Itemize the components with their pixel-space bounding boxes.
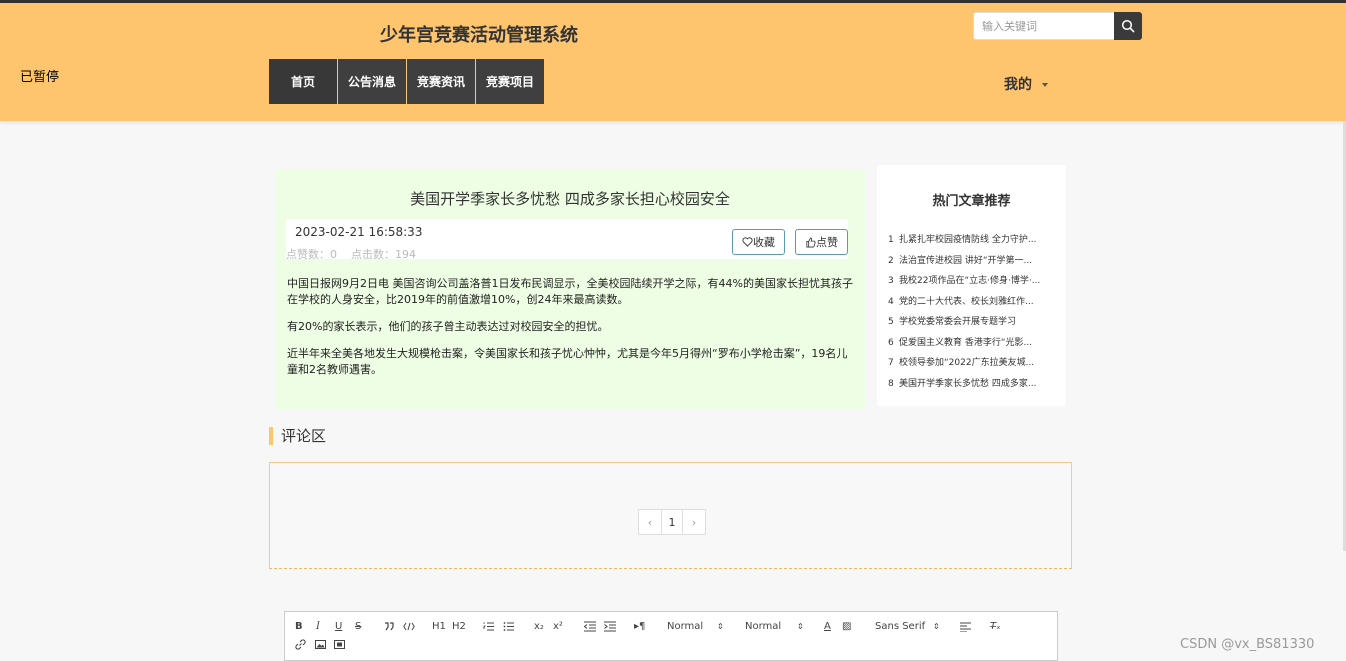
image-icon[interactable]	[315, 640, 326, 649]
video-icon[interactable]	[334, 640, 345, 649]
hot-article-number: 5	[888, 317, 894, 327]
hot-article-link[interactable]: 扎紧扎牢校园疫情防线 全力守护...	[899, 235, 1036, 245]
main-nav: 首页 公告消息 竞赛资讯 竞赛项目	[269, 59, 545, 104]
hot-article-link[interactable]: 学校党委常委会开展专题学习	[899, 317, 1016, 327]
paused-label: 已暂停	[20, 70, 60, 85]
search-input[interactable]	[973, 12, 1114, 40]
site-header: 少年宫竞赛活动管理系统 已暂停 首页 公告消息 竞赛资讯 竞赛项目 我的	[0, 3, 1346, 121]
font-select-arrows-icon: ⇕	[933, 622, 940, 631]
size-select-1-arrows-icon: ⇕	[717, 622, 724, 631]
hot-article-item[interactable]: 7 校领导参加“2022广东拉美友城...	[888, 355, 1060, 376]
like-label: 点赞	[816, 236, 838, 249]
hot-article-item[interactable]: 3 我校22项作品在“立志·修身·博学·...	[888, 273, 1060, 294]
csdn-watermark: CSDN @vx_BS81330	[1180, 637, 1315, 652]
code-block-icon[interactable]	[403, 622, 415, 631]
hot-article-item[interactable]: 1 扎紧扎牢校园疫情防线 全力守护...	[888, 232, 1060, 253]
mine-label: 我的	[1004, 77, 1032, 93]
hot-article-number: 6	[888, 337, 894, 348]
likes-count: 点赞数：0	[286, 248, 337, 261]
search-icon	[1121, 19, 1135, 33]
blockquote-icon[interactable]	[384, 622, 395, 631]
pagination-prev[interactable]: ‹	[639, 510, 661, 534]
comment-section-title: 评论区	[269, 427, 326, 445]
comment-editor: B I U S H1 H2 x₂ x² ▸¶ Normal ⇕ Normal ⇕…	[284, 611, 1058, 661]
nav-home[interactable]: 首页	[269, 59, 337, 104]
search-button[interactable]	[1114, 12, 1142, 40]
indent-icon[interactable]	[604, 621, 616, 632]
clicks-count: 点击数：194	[351, 248, 416, 261]
italic-button[interactable]: I	[316, 621, 320, 633]
pagination-page-1[interactable]: 1	[661, 510, 683, 534]
site-title: 少年宫竞赛活动管理系统	[380, 25, 578, 46]
hot-article-link[interactable]: 促爱国主义教育 香港李行“光影...	[899, 338, 1032, 348]
thumbs-up-icon	[806, 237, 816, 247]
nav-announcements[interactable]: 公告消息	[338, 59, 406, 104]
background-color-icon[interactable]: ▨	[842, 621, 851, 633]
ordered-list-icon[interactable]	[483, 621, 495, 632]
hot-article-number: 4	[888, 296, 894, 307]
article-paragraph: 近半年来全美各地发生大规模枪击案，令美国家长和孩子忧心忡忡，尤其是今年5月得州“…	[287, 347, 848, 376]
article-body: 中国日报网9月2日电 美国咨询公司盖洛普1日发布民调显示，全美校园陆续开学之际，…	[287, 276, 853, 389]
search-box	[973, 12, 1142, 40]
article-paragraph: 有20%的家长表示，他们的孩子曾主动表达过对校园安全的担忧。	[287, 320, 609, 333]
nav-competition-news[interactable]: 竞赛资讯	[407, 59, 475, 104]
hot-article-link[interactable]: 法治宣传进校园 讲好“开学第一...	[899, 256, 1032, 266]
article-date: 2023-02-21 16:58:33	[295, 225, 423, 239]
bullet-list-icon[interactable]	[503, 621, 515, 632]
outdent-icon[interactable]	[584, 621, 596, 632]
hot-article-number: 2	[888, 255, 894, 266]
like-button[interactable]: 点赞	[795, 229, 848, 255]
hot-article-item[interactable]: 2 法治宣传进校园 讲好“开学第一...	[888, 253, 1060, 274]
favorite-label: 收藏	[753, 236, 775, 249]
hot-article-item[interactable]: 4 党的二十大代表、校长刘雅红作...	[888, 294, 1060, 315]
hot-article-link[interactable]: 党的二十大代表、校长刘雅红作...	[899, 297, 1034, 307]
header-2-button[interactable]: H2	[452, 621, 466, 633]
article-title: 美国开学季家长多忧愁 四成多家长担心校园安全	[410, 190, 730, 208]
hot-article-link[interactable]: 美国开学季家长多忧愁 四成多家...	[899, 379, 1036, 389]
comment-list: ‹ 1 ›	[269, 462, 1072, 569]
pagination-next[interactable]: ›	[683, 510, 705, 534]
hot-article-item[interactable]: 6 促爱国主义教育 香港李行“光影...	[888, 335, 1060, 356]
hot-articles-list: 1 扎紧扎牢校园疫情防线 全力守护... 2 法治宣传进校园 讲好“开学第一... …	[888, 232, 1060, 396]
nav-competition-projects[interactable]: 竞赛项目	[476, 59, 544, 104]
link-icon[interactable]	[295, 639, 306, 650]
underline-button[interactable]: U	[335, 621, 342, 633]
caret-down-icon	[1042, 83, 1048, 87]
pagination: ‹ 1 ›	[638, 509, 706, 535]
bold-button[interactable]: B	[295, 621, 303, 633]
hot-article-item[interactable]: 5 学校党委常委会开展专题学习	[888, 314, 1060, 335]
size-select-2[interactable]: Normal	[745, 621, 781, 633]
article-paragraph: 中国日报网9月2日电 美国咨询公司盖洛普1日发布民调显示，全美校园陆续开学之际，…	[287, 277, 853, 306]
hot-article-link[interactable]: 校领导参加“2022广东拉美友城...	[899, 358, 1034, 368]
favorite-button[interactable]: 收藏	[732, 229, 785, 255]
hot-article-number: 3	[888, 276, 894, 286]
mine-menu[interactable]: 我的	[1004, 74, 1048, 94]
clear-format-icon[interactable]: T̶ₓ	[990, 621, 1001, 633]
hot-article-number: 1	[888, 235, 894, 245]
hot-article-number: 7	[888, 358, 894, 368]
hot-article-number: 8	[888, 378, 894, 389]
hot-article-item[interactable]: 8 美国开学季家长多忧愁 四成多家...	[888, 376, 1060, 397]
text-color-icon[interactable]: A	[824, 621, 831, 633]
text-direction-icon[interactable]: ▸¶	[634, 621, 645, 633]
hot-articles-panel: 热门文章推荐 1 扎紧扎牢校园疫情防线 全力守护... 2 法治宣传进校园 讲好“开…	[877, 165, 1066, 406]
header-1-button[interactable]: H1	[432, 621, 446, 633]
font-select[interactable]: Sans Serif	[875, 621, 925, 633]
subscript-button[interactable]: x₂	[534, 621, 544, 633]
article-stats: 点赞数：0 点击数：194	[286, 246, 430, 262]
article-card: 美国开学季家长多忧愁 四成多家长担心校园安全 2023-02-21 16:58:…	[275, 170, 865, 410]
hot-article-link[interactable]: 我校22项作品在“立志·修身·博学·...	[899, 276, 1040, 286]
size-select-1[interactable]: Normal	[667, 621, 703, 633]
size-select-2-arrows-icon: ⇕	[797, 622, 804, 631]
strike-button[interactable]: S	[355, 621, 361, 633]
align-icon[interactable]	[960, 622, 971, 632]
heart-icon	[742, 237, 753, 247]
superscript-button[interactable]: x²	[553, 621, 563, 633]
hot-articles-title: 热门文章推荐	[932, 194, 1011, 209]
